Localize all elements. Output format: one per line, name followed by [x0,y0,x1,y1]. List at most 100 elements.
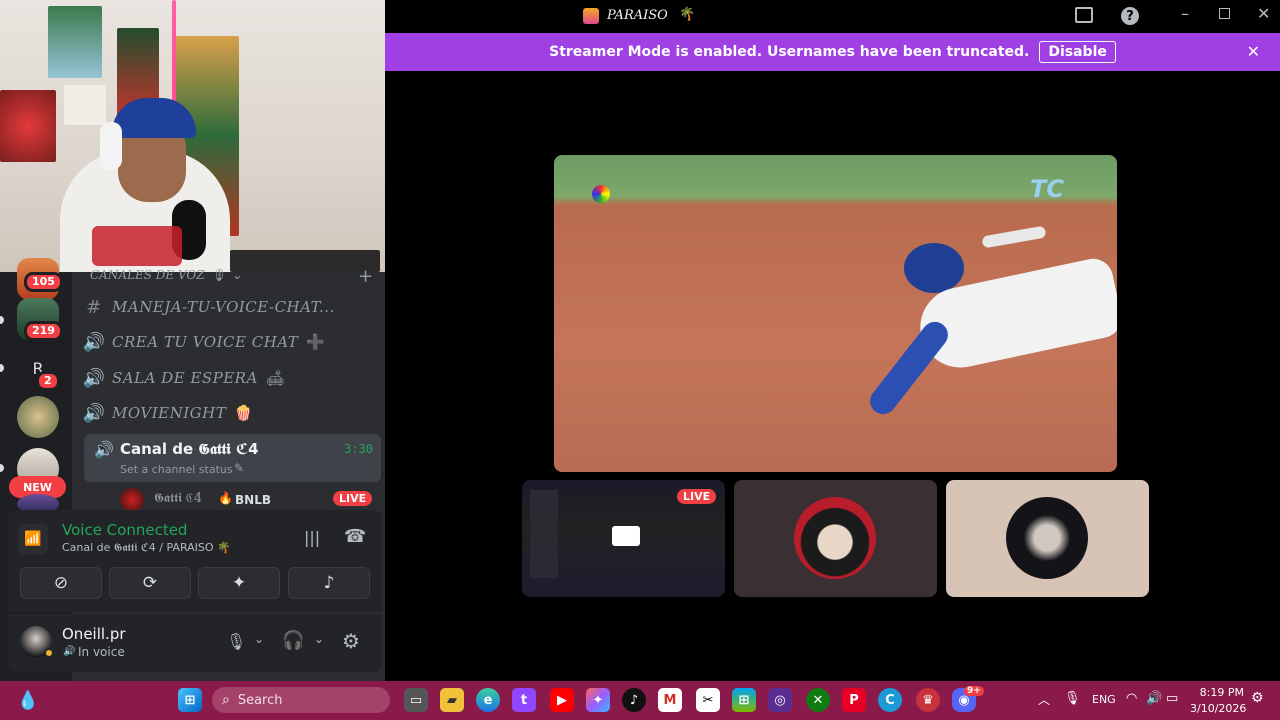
chevron-down-icon[interactable]: ⌄ [254,632,264,646]
channel-status-input[interactable]: Set a channel status [120,463,233,476]
username[interactable]: Oneill.pr [62,625,126,643]
activities-button[interactable]: ✦ [198,567,280,599]
title-emoji: 🌴 [679,7,696,22]
youtube-icon[interactable]: ▶ [550,688,574,712]
camera-off-button[interactable]: ⊘ [20,567,102,599]
channel-name: SALA DE ESPERA [112,369,258,387]
wifi-icon[interactable]: ◠ [1126,691,1137,706]
idle-status-dot [44,648,54,658]
live-badge: LIVE [333,491,373,506]
task-view-icon[interactable]: ▭ [404,688,428,712]
start-icon[interactable]: ⊞ [178,688,202,712]
member-avatar [120,488,144,512]
capcut-icon[interactable]: ✂ [696,688,720,712]
mention-badge: 105 [24,272,63,292]
tiktok-icon[interactable]: ♪ [622,688,646,712]
app-c-icon[interactable]: C [878,688,902,712]
language-indicator[interactable]: ENG [1092,693,1116,706]
headphones [100,122,122,170]
minimize-icon[interactable]: – [1181,4,1189,23]
twitch-icon[interactable]: t [512,688,536,712]
hashtag-icon: # [86,296,102,318]
unread-pip [0,316,4,324]
active-channel-name: Canal de 𝕲𝖆𝖙𝖙𝖎 ℭ4 [120,440,259,458]
user-panel: Oneill.pr 🔊 In voice 🎙 ⌄ 🎧 ⌄ ⚙ [8,614,382,672]
screen-share-button[interactable]: ⟳ [109,567,191,599]
channel-name: MOVIENIGHT [112,404,227,422]
member-name: 𝕲𝖆𝖙𝖙𝖎 ℭ4 [154,491,203,506]
taskbar-search[interactable]: ⌕ Search [212,687,390,713]
stream-tile-screen[interactable]: LIVE [522,480,725,597]
disable-streamer-button[interactable]: Disable [1039,41,1116,63]
screen-share-icon: ⟳ [142,573,158,593]
screen-share-icon [612,526,640,546]
active-voice-channel[interactable]: 🔊 Canal de 𝕲𝖆𝖙𝖙𝖎 ℭ4 3:30 Set a channel s… [84,434,381,482]
channel-name: MANEJA-TU-VOICE-CHAT... [112,298,335,316]
noise-suppression-icon[interactable]: ||| [304,528,320,547]
game-icon[interactable]: ♛ [916,688,940,712]
channel-emoji: 🛋 [265,369,286,387]
channel-watermark: TC [1030,175,1064,203]
channel-voice[interactable]: 🔊 SALA DE ESPERA 🛋 [83,362,286,394]
close-window-icon[interactable]: ✕ [1257,4,1270,23]
maximize-icon[interactable] [1219,8,1230,19]
headphones-icon[interactable]: 🎧 [282,630,304,651]
store-icon[interactable]: ⊞ [732,688,756,712]
bat-blur [981,225,1047,249]
clock-date[interactable]: 3/10/2026 [1190,702,1246,715]
title-bar: PARAISO 🌴 ? – ✕ [385,0,1280,33]
inbox-icon[interactable] [1075,7,1093,23]
voice-status[interactable]: Voice Connected [62,521,187,539]
speaker-active-icon: 🔊 [94,440,114,459]
soundboard-icon: ♪ [323,573,335,593]
voice-member-row[interactable]: 𝕲𝖆𝖙𝖙𝖎 ℭ4 🔥 BNLB LIVE [120,488,382,512]
disconnect-icon[interactable]: ☎ [344,526,366,547]
microphone-tray-icon[interactable]: 🎙 [1064,691,1081,706]
pencil-icon[interactable]: ✎ [234,461,244,475]
edge-icon[interactable]: e [476,688,500,712]
category-header[interactable]: CANALES DE VOZ 🎙 ⌄ [90,268,242,284]
channel-voice[interactable]: 🔊 MOVIENIGHT 🍿 [82,397,254,429]
channel-text[interactable]: # MANEJA-TU-VOICE-CHAT... [84,291,335,323]
chevron-up-icon[interactable]: ︿ [1038,691,1050,708]
voice-location[interactable]: Canal de 𝕲𝖆𝖙𝖙𝖎 ℭ4 / PARAISO 🌴 [62,541,231,555]
close-banner-icon[interactable]: ✕ [1247,42,1260,61]
weather-icon[interactable]: 💧 [16,688,40,712]
notification-icon[interactable]: ⚙ [1251,690,1264,706]
settings-gear-icon[interactable]: ⚙ [342,629,360,653]
file-explorer-icon[interactable]: ▰ [440,688,464,712]
xbox-icon[interactable]: ✕ [806,688,830,712]
unread-pip [0,464,4,472]
main-stream-video[interactable]: TC [554,155,1117,472]
soundboard-button[interactable]: ♪ [288,567,370,599]
speaker-icon: 🔊 [82,402,106,424]
add-channel-icon[interactable]: + [358,266,373,287]
pinterest-icon[interactable]: P [842,688,866,712]
gmail-icon[interactable]: M [658,688,682,712]
discord-badge: 9+ [964,686,984,696]
search-icon: ⌕ [222,692,230,708]
channel-emoji: 🍿 [234,404,254,422]
app-icon[interactable]: ◎ [768,688,792,712]
chevron-down-icon[interactable]: ⌄ [314,632,324,646]
player-arm [864,316,954,420]
help-icon[interactable]: ? [1121,7,1139,25]
microphone-icon[interactable]: 🎙 [226,632,246,651]
signal-icon[interactable]: 📶 [18,524,48,554]
battery-icon[interactable]: ▭ [1166,691,1178,706]
mention-badge: 2 [36,371,60,391]
chevron-down-icon: ⌄ [231,268,242,282]
poster-image [0,90,56,162]
voice-connected-panel: 📶 Voice Connected Canal de 𝕲𝖆𝖙𝖙𝖎 ℭ4 / PA… [8,510,382,612]
clock-time[interactable]: 8:19 PM [1194,686,1244,699]
shirt-print [92,226,182,266]
volume-icon[interactable]: 🔊 [1146,691,1162,706]
server-icon[interactable] [17,396,59,438]
participant-tile[interactable] [946,480,1149,597]
copilot-icon[interactable]: ✦ [586,688,610,712]
search-placeholder: Search [237,692,283,708]
channel-voice[interactable]: 🔊 CREA TU VOICE CHAT ➕ [83,326,326,358]
streamer-message: Streamer Mode is enabled. Usernames have… [549,44,1030,60]
mention-badge: 219 [24,321,63,341]
participant-tile[interactable] [734,480,937,597]
